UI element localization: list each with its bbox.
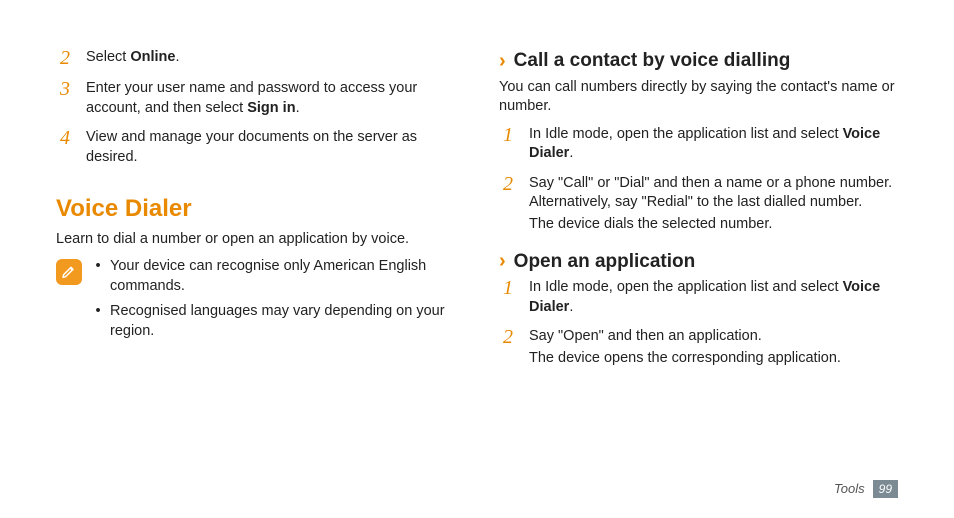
note-icon <box>56 259 82 285</box>
step-number: 3 <box>60 79 76 118</box>
chevron-right-icon: › <box>499 251 506 271</box>
note-text: Recognised languages may vary depending … <box>110 302 455 341</box>
step-text: In Idle mode, open the application list … <box>529 278 898 317</box>
step-number: 2 <box>503 174 519 235</box>
note-bullet: • Your device can recognise only America… <box>94 257 455 296</box>
page-number-badge: 99 <box>873 480 898 498</box>
note-box: • Your device can recognise only America… <box>56 257 455 347</box>
note-bullet: • Recognised languages may vary dependin… <box>94 302 455 341</box>
subheading-open-app: › Open an application <box>499 249 898 275</box>
section-title-voice-dialer: Voice Dialer <box>56 193 455 225</box>
step-text: Enter your user name and password to acc… <box>86 79 455 118</box>
sec1-step-1: 1 In Idle mode, open the application lis… <box>499 125 898 164</box>
step-text: View and manage your documents on the se… <box>86 128 455 167</box>
section-lead: Learn to dial a number or open an applic… <box>56 230 455 250</box>
section-intro: You can call numbers directly by saying … <box>499 78 898 117</box>
footer-section: Tools <box>834 480 865 498</box>
left-column: 2 Select Online. 3 Enter your user name … <box>56 48 455 378</box>
sec2-step-2: 2 Say "Open" and then an application. Th… <box>499 327 898 368</box>
step-3: 3 Enter your user name and password to a… <box>56 79 455 118</box>
step-subtext: The device dials the selected number. <box>529 215 898 235</box>
subheading-call-contact: › Call a contact by voice dialling <box>499 48 898 74</box>
step-subtext: The device opens the corresponding appli… <box>529 349 898 369</box>
step-2: 2 Select Online. <box>56 48 455 69</box>
step-number: 2 <box>503 327 519 368</box>
step-4: 4 View and manage your documents on the … <box>56 128 455 167</box>
sec2-step-1: 1 In Idle mode, open the application lis… <box>499 278 898 317</box>
bullet-dot: • <box>94 302 102 341</box>
note-bullets: • Your device can recognise only America… <box>94 257 455 347</box>
step-text: In Idle mode, open the application list … <box>529 125 898 164</box>
step-text: Select Online. <box>86 48 455 69</box>
step-number: 4 <box>60 128 76 167</box>
chevron-right-icon: › <box>499 51 506 71</box>
step-text: Say "Call" or "Dial" and then a name or … <box>529 174 898 235</box>
page-footer: Tools 99 <box>834 480 898 498</box>
sec1-step-2: 2 Say "Call" or "Dial" and then a name o… <box>499 174 898 235</box>
bullet-dot: • <box>94 257 102 296</box>
step-number: 1 <box>503 125 519 164</box>
note-text: Your device can recognise only American … <box>110 257 455 296</box>
step-text: Say "Open" and then an application. The … <box>529 327 898 368</box>
step-number: 2 <box>60 48 76 69</box>
step-number: 1 <box>503 278 519 317</box>
right-column: › Call a contact by voice dialling You c… <box>499 48 898 378</box>
page-columns: 2 Select Online. 3 Enter your user name … <box>56 48 898 378</box>
